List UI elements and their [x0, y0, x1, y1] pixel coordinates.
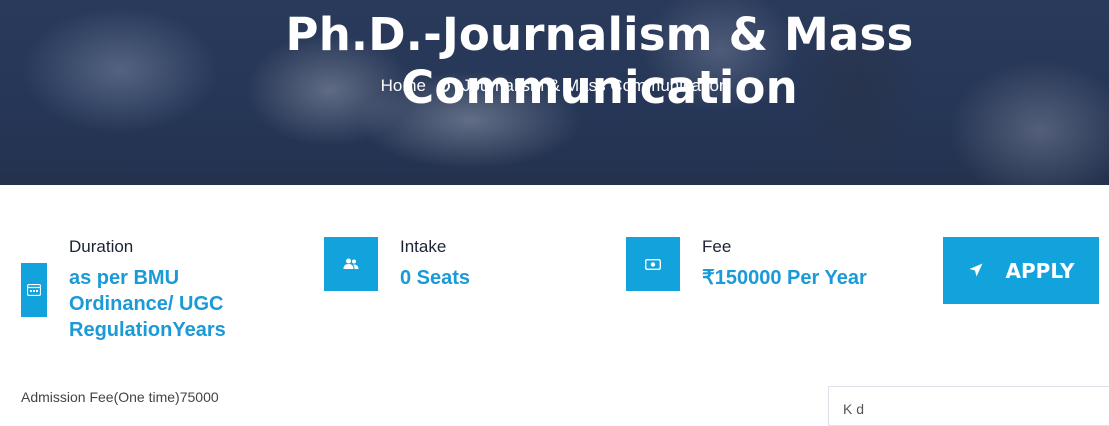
fee-label: Fee [702, 237, 732, 256]
hero-banner: Ph.D.-Journalism & Mass Communication Ho… [0, 0, 1109, 185]
money-icon [626, 237, 680, 291]
intake-value: 0 Seats [400, 267, 471, 289]
apply-button-label: APPLY [1005, 258, 1075, 283]
users-icon [324, 237, 378, 291]
fee-value: ₹150000 Per Year [702, 267, 867, 289]
duration-value: as per BMU Ordinance/ UGC RegulationYear… [69, 267, 226, 341]
breadcrumb-current: Journalism & Mass Communication [461, 76, 729, 95]
send-icon [968, 259, 984, 283]
intake-label: Intake [400, 237, 447, 256]
sidebar-search-box[interactable]: K d [828, 386, 1109, 426]
breadcrumb-separator-icon [437, 80, 450, 92]
sidebar-search-partial-text: K d [843, 401, 865, 417]
admission-fee-text: Admission Fee(One time)75000 [21, 389, 219, 405]
breadcrumb-home-link[interactable]: Home [381, 76, 426, 96]
duration-label: Duration [69, 237, 134, 256]
apply-button[interactable]: APPLY [943, 237, 1099, 304]
page-title: Ph.D.-Journalism & Mass Communication [285, 8, 914, 114]
calendar-icon [21, 263, 47, 317]
breadcrumb: Home Journalism & Mass Communication [0, 76, 1109, 96]
